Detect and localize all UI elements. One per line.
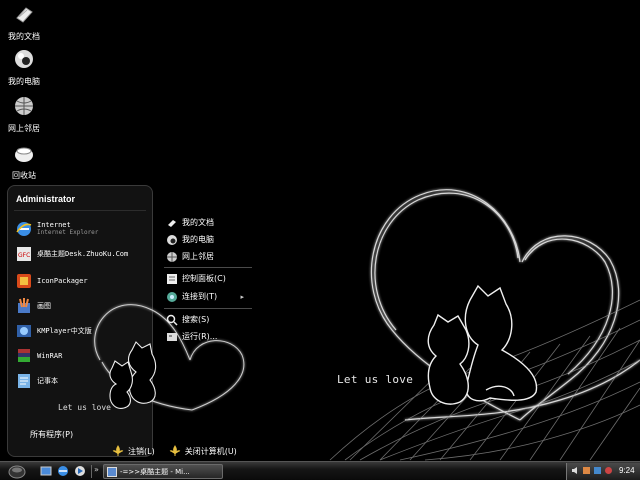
menu-item-connect-to[interactable]: 连接到(T) ▸ xyxy=(166,289,250,304)
start-button[interactable] xyxy=(8,463,26,479)
documents-icon xyxy=(168,219,176,227)
chevron-right-icon[interactable]: » xyxy=(94,465,99,474)
menu-item-control-panel[interactable]: 控制面板(C) xyxy=(166,271,250,286)
all-programs-button[interactable]: 所有程序(P) xyxy=(30,429,73,440)
iconpackager-icon xyxy=(17,274,31,288)
network-status-icon[interactable] xyxy=(582,466,591,475)
divider xyxy=(91,465,92,478)
zhuoku-icon: GFC xyxy=(17,247,31,261)
desktop-icon-my-documents[interactable]: 我的文档 xyxy=(2,2,46,42)
show-desktop-icon[interactable] xyxy=(40,465,52,477)
desktop-icon-my-computer[interactable]: 我的电脑 xyxy=(2,47,46,87)
clock[interactable]: 9:24 xyxy=(619,466,635,475)
connect-icon xyxy=(167,291,177,302)
program-zhuoku[interactable]: GFC 桌酷主题Desk.ZhuoKu.Com xyxy=(15,243,151,265)
notepad-icon xyxy=(18,374,30,388)
divider xyxy=(14,210,146,211)
menu-item-search[interactable]: 搜索(S) xyxy=(166,312,250,327)
submenu-arrow-icon: ▸ xyxy=(240,292,244,301)
divider xyxy=(164,308,252,309)
logoff-button[interactable]: 注销(L) xyxy=(112,445,155,457)
search-icon xyxy=(166,314,178,326)
start-menu-footer: 注销(L) 关闭计算机(U) xyxy=(112,443,257,459)
media-player-icon[interactable] xyxy=(74,465,86,477)
taskbar-window-button[interactable]: -=>>桌酷主题 - Mi... xyxy=(103,464,223,479)
menu-item-network[interactable]: 网上邻居 xyxy=(166,249,250,264)
menu-item-my-computer[interactable]: 我的电脑 xyxy=(166,232,250,247)
volume-icon[interactable] xyxy=(571,466,580,475)
desktop-icon-label: 我的文档 xyxy=(8,32,40,41)
kmplayer-icon xyxy=(17,325,31,337)
tray-app-icon[interactable] xyxy=(604,466,613,475)
winrar-icon xyxy=(18,349,30,362)
run-icon xyxy=(167,332,177,341)
program-internet-explorer[interactable]: Internet Internet Explorer xyxy=(15,218,151,240)
computer-icon xyxy=(167,234,177,245)
network-icon xyxy=(15,97,33,115)
desktop-icon-label: 网上邻居 xyxy=(8,124,40,133)
desktop-icon-recycle-bin[interactable]: 回收站 xyxy=(2,141,46,181)
network-icon xyxy=(167,251,177,262)
taskbar: » -=>>桌酷主题 - Mi... 9:24 xyxy=(0,461,640,480)
user-name: Administrator xyxy=(16,194,76,204)
divider xyxy=(164,267,252,268)
start-menu: Administrator Internet Internet Explorer … xyxy=(2,180,256,462)
svg-text:GFC: GFC xyxy=(18,252,30,259)
desktop-icon-network[interactable]: 网上邻居 xyxy=(2,94,46,134)
tray-app-icon[interactable] xyxy=(593,466,602,475)
fleur-de-lis-icon xyxy=(169,445,180,456)
menu-item-run[interactable]: 运行(R)... xyxy=(166,329,250,344)
internet-explorer-icon[interactable] xyxy=(57,465,69,477)
system-tray: 9:24 xyxy=(566,463,640,480)
computer-icon xyxy=(15,50,33,68)
wallpaper-text: Let us love xyxy=(337,373,414,386)
menu-item-my-documents[interactable]: 我的文档 xyxy=(166,215,250,230)
control-panel-icon xyxy=(167,273,177,284)
fleur-de-lis-icon xyxy=(112,445,124,456)
cats-illustration xyxy=(427,284,538,405)
internet-explorer-icon xyxy=(16,222,32,236)
desktop-icon-label: 我的电脑 xyxy=(8,77,40,86)
window-icon xyxy=(107,466,117,477)
paint-icon xyxy=(18,298,30,313)
recycle-bin-icon xyxy=(15,147,33,162)
shutdown-button[interactable]: 关闭计算机(U) xyxy=(169,445,237,457)
documents-icon xyxy=(16,7,33,23)
